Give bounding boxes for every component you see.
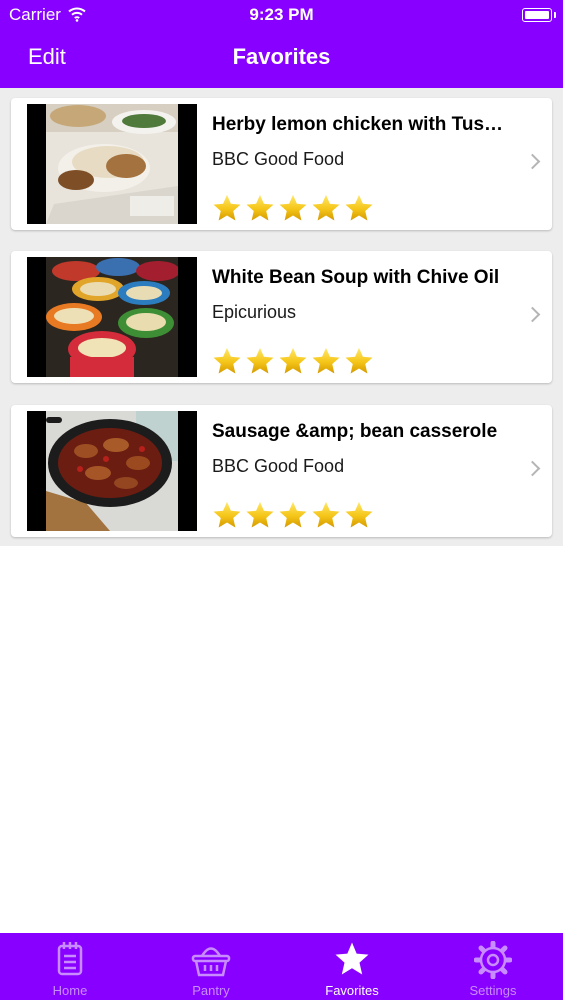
tab-label: Settings [469, 983, 517, 998]
rating-stars [212, 500, 377, 530]
sausage-casserole-photo [46, 411, 178, 531]
status-bar: Carrier 9:23 PM [0, 0, 563, 30]
tab-settings[interactable]: Settings [423, 933, 563, 1000]
recipe-source: BBC Good Food [212, 149, 345, 169]
star-icon [246, 194, 274, 221]
recipe-title: Herby lemon chicken with Tus… [212, 114, 504, 135]
star-icon [312, 194, 340, 221]
tab-label: Home [52, 983, 88, 998]
star-icon [246, 501, 274, 528]
recipe-title: White Bean Soup with Chive Oil [212, 267, 500, 288]
chevron-right-icon [524, 460, 541, 477]
chevron-right-icon [524, 306, 541, 323]
recipe-thumbnail [27, 257, 197, 377]
rating-stars [212, 346, 377, 376]
recipe-source: Epicurious [212, 302, 297, 322]
roast-chicken-photo [46, 104, 178, 224]
gear-icon [474, 941, 512, 979]
recipe-thumbnail [27, 411, 197, 531]
star-icon [345, 194, 373, 221]
basket-icon [191, 947, 231, 977]
header: Carrier 9:23 PM Edit Favorites [0, 0, 563, 88]
star-icon [312, 347, 340, 374]
rating-stars [212, 193, 377, 223]
star-icon [335, 942, 369, 975]
tab-label: Favorites [325, 983, 379, 998]
recipe-title: Sausage &amp; bean casserole [212, 421, 498, 442]
recipe-card[interactable]: Herby lemon chicken with Tus… BBC Good F… [11, 98, 552, 230]
tab-favorites[interactable]: Favorites [282, 933, 422, 1000]
favorites-list: Herby lemon chicken with Tus… BBC Good F… [0, 88, 563, 546]
tab-bar: Home Pantry Favorites Settings [0, 933, 563, 1000]
recipe-card[interactable]: Sausage &amp; bean casserole BBC Good Fo… [11, 405, 552, 537]
star-icon [279, 501, 307, 528]
star-icon [345, 501, 373, 528]
star-icon [312, 501, 340, 528]
star-icon [279, 347, 307, 374]
nav-bar: Edit Favorites [0, 30, 563, 88]
status-time: 9:23 PM [249, 5, 314, 24]
recipe-thumbnail [27, 104, 197, 224]
star-icon [345, 347, 373, 374]
chevron-right-icon [524, 153, 541, 170]
notepad-icon [57, 942, 83, 976]
star-icon [246, 347, 274, 374]
star-icon [213, 501, 241, 528]
battery-icon [522, 8, 556, 22]
tab-home[interactable]: Home [0, 933, 140, 1000]
star-icon [213, 194, 241, 221]
recipe-source: BBC Good Food [212, 456, 345, 476]
star-icon [279, 194, 307, 221]
page-title: Favorites [232, 44, 331, 69]
bean-soup-bowls-photo [46, 257, 178, 377]
tab-label: Pantry [192, 983, 230, 998]
tab-pantry[interactable]: Pantry [141, 933, 281, 1000]
star-icon [213, 347, 241, 374]
recipe-card[interactable]: White Bean Soup with Chive Oil Epicuriou… [11, 251, 552, 383]
